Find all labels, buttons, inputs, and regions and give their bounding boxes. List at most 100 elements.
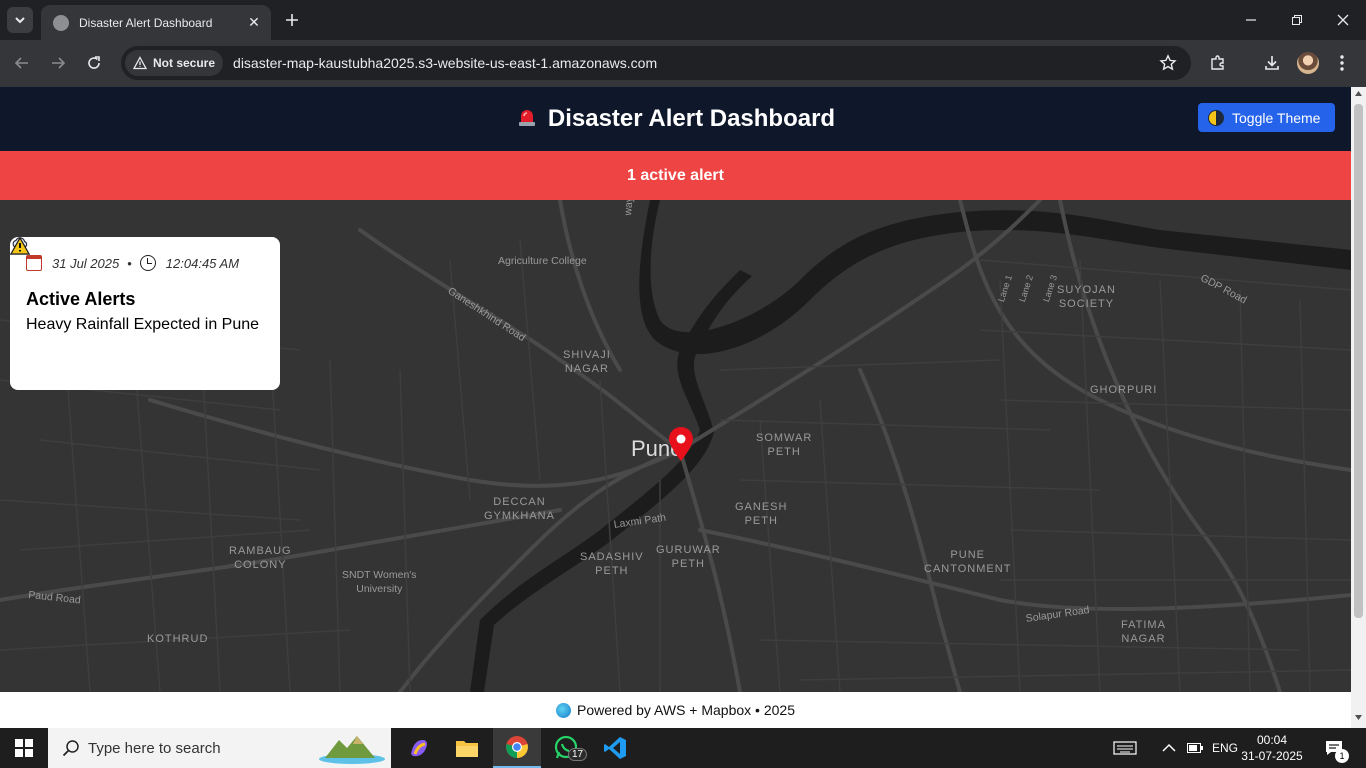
taskbar-vscode[interactable] [591,728,639,768]
tray-show-hidden[interactable] [1162,728,1176,768]
vscode-icon [604,737,626,759]
tray-battery[interactable] [1187,728,1203,768]
tray-language[interactable]: ENG [1212,728,1238,768]
place-label-kothrud: KOTHRUD [147,633,209,645]
tab-search-button[interactable] [7,7,33,33]
forward-button[interactable] [46,51,70,75]
notification-badge: 1 [1335,749,1349,763]
place-label-guruwar-peth: GURUWAR PETH [656,544,721,570]
chrome-icon [506,736,528,758]
alert-time: 12:04:45 AM [165,255,240,271]
location-pin-icon[interactable] [667,426,695,462]
place-label-agriculture-college: Agriculture College [498,255,587,267]
arrow-left-icon [14,57,28,69]
taskbar-chrome[interactable] [493,728,541,768]
place-label-shivaji-nagar: SHIVAJI NAGAR [563,349,611,375]
scroll-down-icon[interactable] [1355,715,1362,720]
scroll-up-icon[interactable] [1355,91,1362,96]
search-placeholder: Type here to search [88,739,221,757]
kebab-menu-icon [1340,55,1344,71]
bookmark-star-icon[interactable] [1159,54,1177,72]
place-label-sadashiv-peth: SADASHIV PETH [580,551,644,577]
browser-tab-bar: Disaster Alert Dashboard ✕ [0,0,1366,40]
new-tab-button[interactable] [281,9,303,31]
puzzle-icon [1211,55,1224,70]
downloads-button[interactable] [1260,51,1284,75]
folder-icon [456,741,478,757]
plus-icon [286,14,298,26]
battery-icon [1187,743,1203,753]
reload-icon [88,56,100,69]
minimize-button[interactable] [1228,0,1274,40]
alert-count-text: 1 active alert [627,166,724,184]
close-icon [1337,14,1349,26]
page: Disaster Alert Dashboard Toggle Theme 1 … [0,87,1351,728]
place-label-ganesh-peth: GANESH PETH [735,501,788,527]
extensions-button[interactable] [1206,51,1230,75]
toggle-theme-button[interactable]: Toggle Theme [1198,103,1335,132]
footer-text: Powered by AWS + Mapbox • 2025 [576,702,795,718]
place-label-ghorpuri: GHORPURI [1090,384,1158,396]
half-moon-icon [1208,109,1224,126]
close-tab-icon[interactable]: ✕ [245,14,263,31]
warning-icon [133,56,147,70]
map[interactable]: Agriculture College SHIVAJI NAGAR SUYOJA… [0,200,1351,692]
close-window-button[interactable] [1320,0,1366,40]
taskbar-copilot[interactable] [395,728,443,768]
chevron-down-icon [15,17,25,24]
place-label-deccan-gymkhana: DECCAN GYMKHANA [484,496,555,522]
place-label-rambaug-colony: RAMBAUG COLONY [229,545,292,571]
windows-logo-icon [15,739,33,757]
profile-avatar[interactable] [1297,52,1319,74]
browser-toolbar: Not secure disaster-map-kaustubha2025.s3… [0,40,1366,87]
security-chip[interactable]: Not secure [125,50,224,76]
keyboard-icon [1113,741,1137,755]
globe-icon [555,702,571,718]
tray-touch-keyboard[interactable] [1113,728,1137,768]
restore-icon [1292,15,1302,25]
alert-card: 31 Jul 2025 • 12:04:45 AM Active Alerts … [10,237,280,390]
globe-icon [53,14,69,31]
alert-count-banner: 1 active alert [0,151,1351,200]
clock-icon [139,255,156,271]
address-bar[interactable]: Not secure disaster-map-kaustubha2025.s3… [121,46,1191,80]
copilot-icon [411,740,427,757]
app-header: Disaster Alert Dashboard Toggle Theme [0,87,1351,151]
restore-button[interactable] [1274,0,1320,40]
language-indicator: ENG [1212,741,1239,755]
calendar-icon [26,255,42,271]
minimize-icon [1246,19,1256,21]
url-text[interactable]: disaster-map-kaustubha2025.s3-website-us… [233,55,1191,71]
reload-button[interactable] [82,51,106,75]
back-button[interactable] [10,51,34,75]
browser-menu-button[interactable] [1330,51,1354,75]
taskbar-file-explorer[interactable] [443,728,491,768]
browser-tab[interactable]: Disaster Alert Dashboard ✕ [41,5,271,40]
alert-item: Heavy Rainfall Expected in Pune [10,237,264,336]
taskbar-clock[interactable]: 00:04 31-07-2025 [1240,732,1304,764]
search-icon [62,740,79,757]
place-label-somwar-peth: SOMWAR PETH [756,432,813,458]
taskbar-whatsapp[interactable]: 17 [542,728,590,768]
toggle-theme-label: Toggle Theme [1232,109,1321,126]
page-scrollbar[interactable] [1351,87,1366,728]
place-label-pune-cantonment: PUNE CANTONMENT [924,549,1012,575]
alert-date: 31 Jul 2025 [52,255,120,271]
download-icon [1265,56,1279,70]
security-label: Not secure [153,56,216,70]
chevron-up-icon [1162,743,1176,752]
page-title: Disaster Alert Dashboard [547,105,836,132]
warning-icon [10,237,30,255]
taskbar-search-box[interactable]: Type here to search [48,728,391,768]
start-button[interactable] [0,728,48,768]
place-label-fatima-nagar: FATIMA NAGAR [1121,619,1166,645]
tab-title: Disaster Alert Dashboard [79,15,213,30]
alert-text: Heavy Rainfall Expected in Pune [26,316,260,333]
whatsapp-badge: 17 [568,748,588,761]
clock-time: 00:04 [1256,733,1288,747]
scroll-thumb[interactable] [1354,104,1363,618]
taskbar: Type here to search 17 ENG 00:04 31-07-2… [0,728,1366,768]
alert-meta: 31 Jul 2025 • 12:04:45 AM [26,255,264,271]
road-label-way: way [622,200,636,217]
footer: Powered by AWS + Mapbox • 2025 [0,692,1351,728]
